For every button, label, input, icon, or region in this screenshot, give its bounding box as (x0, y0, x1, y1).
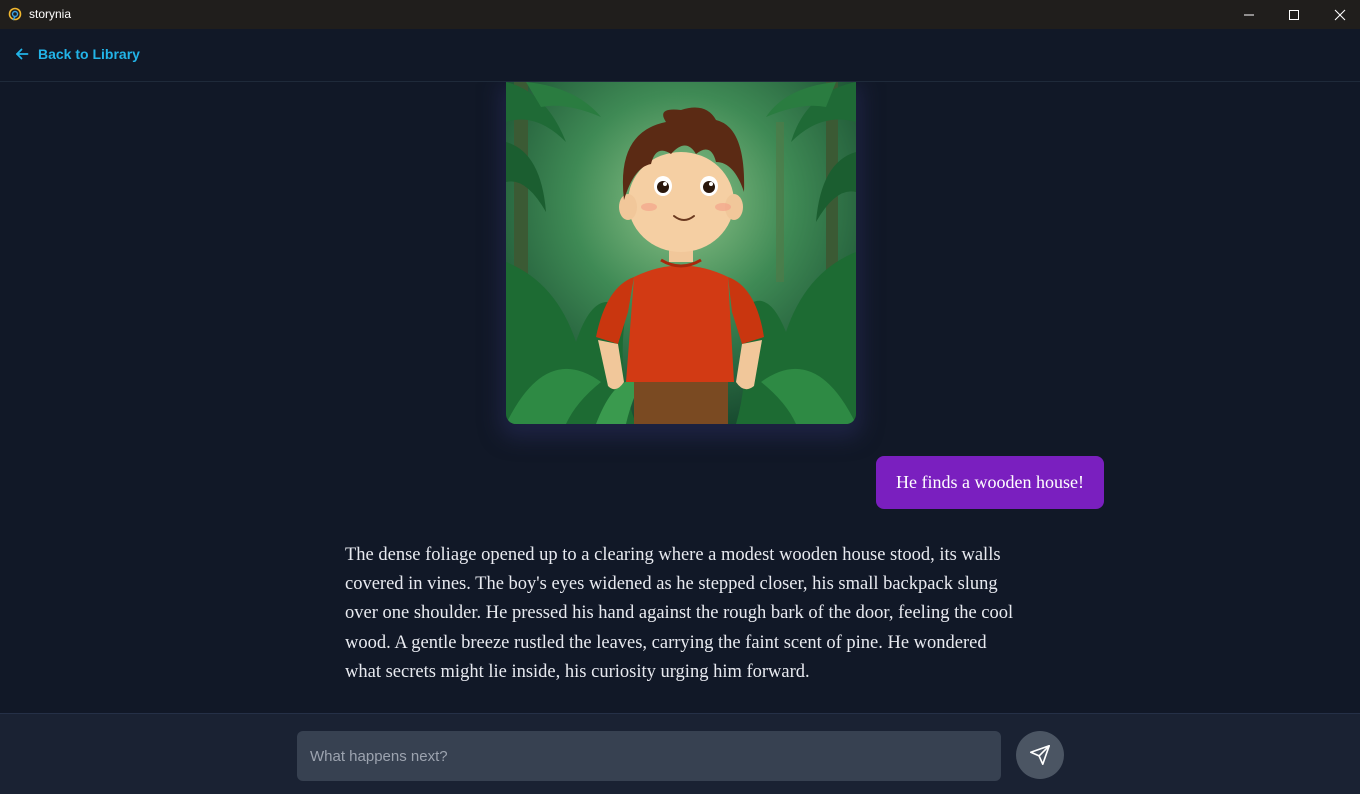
send-icon (1030, 745, 1050, 765)
window-title: storynia (29, 7, 72, 21)
maximize-icon (1289, 9, 1299, 20)
story-narrative-text: The dense foliage opened up to a clearin… (345, 545, 1014, 682)
maximize-button[interactable] (1271, 0, 1317, 29)
minimize-button[interactable] (1226, 0, 1272, 29)
send-button[interactable] (1016, 731, 1064, 779)
user-message-bubble: He finds a wooden house! (876, 456, 1104, 509)
story-conversation[interactable]: He finds a wooden house! The dense folia… (0, 82, 1360, 713)
minimize-icon (1244, 14, 1254, 15)
next-event-input[interactable] (297, 731, 1001, 781)
window-titlebar: storynia (0, 0, 1360, 29)
arrow-left-icon (16, 48, 29, 60)
back-to-library-label: Back to Library (38, 46, 140, 62)
composer-bar (0, 713, 1360, 794)
app-header: Back to Library (0, 29, 1360, 82)
close-button[interactable] (1317, 0, 1360, 29)
close-icon (1334, 9, 1346, 20)
storynia-logo-icon (8, 7, 22, 21)
boy-in-jungle-illustration (506, 82, 856, 424)
back-to-library-link[interactable]: Back to Library (15, 46, 140, 62)
